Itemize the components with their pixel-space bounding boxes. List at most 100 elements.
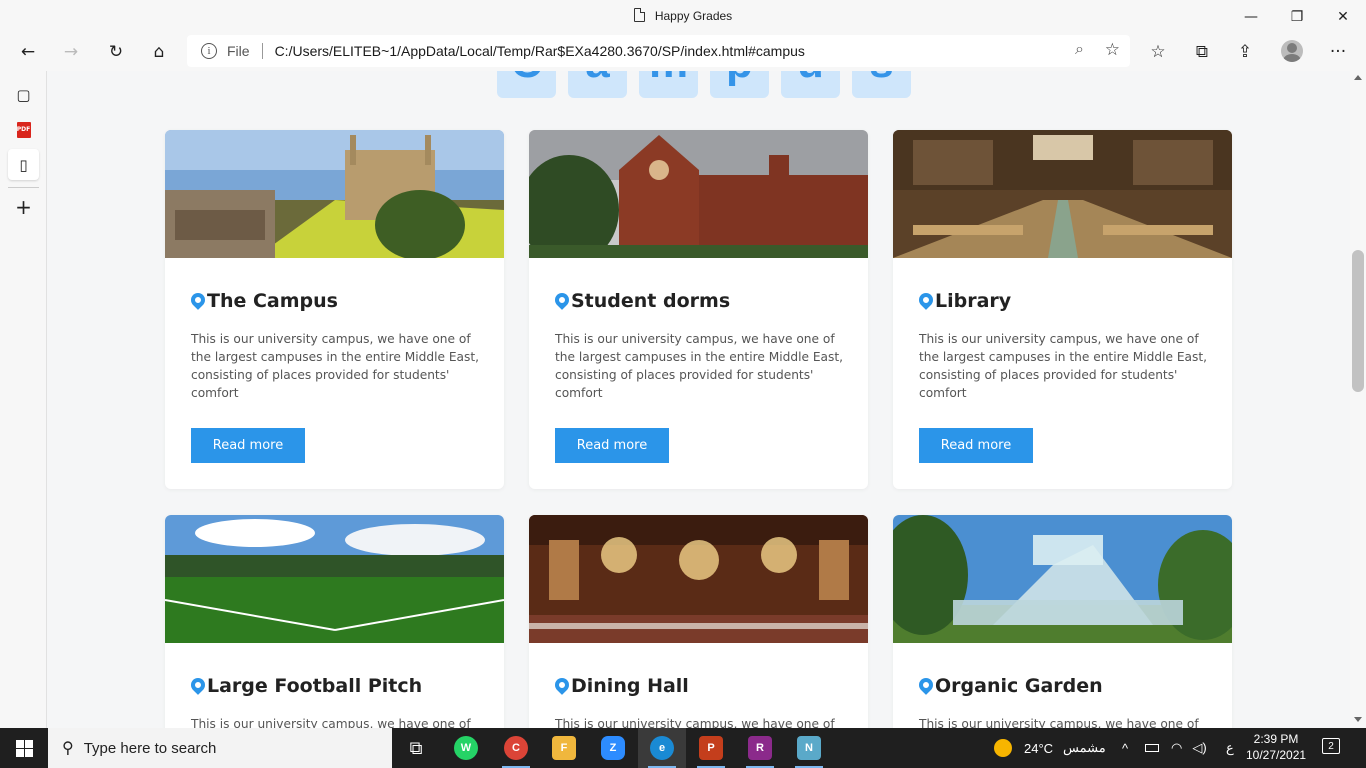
scroll-down-arrow[interactable] [1354,717,1362,722]
close-button[interactable]: ✕ [1320,0,1366,33]
taskbar-clock[interactable]: 2:39 PM 10/27/2021 [1246,731,1306,763]
home-button[interactable]: ⌂ [143,36,175,68]
card-title-text: Student dorms [571,290,731,312]
show-hidden-icons[interactable]: ^ [1122,728,1128,768]
heading-letter: C [497,71,556,98]
dorms-image [529,130,868,258]
restore-button[interactable]: ❐ [1274,0,1320,33]
scroll-thumb[interactable] [1352,250,1364,392]
library-image [893,130,1232,258]
minimize-button[interactable]: — [1228,0,1274,33]
read-more-button[interactable]: Read more [191,428,305,463]
card-title: Library [916,290,1012,312]
wifi-icon[interactable]: ◠ [1171,740,1182,756]
taskbar-search[interactable]: ⚲ Type here to search [48,728,392,768]
pdf-icon: PDF [16,121,31,138]
clock-time: 2:39 PM [1253,732,1299,746]
edge-icon: e [650,736,674,760]
taskbar-app-edge[interactable]: e [638,728,686,768]
campus-heading: C a m p u s [497,71,911,98]
card-organic-garden: Organic Garden This is our university ca… [893,515,1232,728]
language-indicator[interactable]: ع [1226,728,1234,768]
card-text: This is our university campus, we have o… [555,332,844,400]
location-pin-icon [552,290,572,310]
read-more-button[interactable]: Read more [919,428,1033,463]
forward-button[interactable]: → [55,36,87,68]
notification-center-icon[interactable]: 2 [1322,738,1340,754]
card-text: This is our university campus, we have o… [191,332,480,400]
organic-garden-image [893,515,1232,643]
search-placeholder: Type here to search [83,739,217,757]
card-title: Student dorms [552,290,731,312]
folder-icon: F [552,736,576,760]
taskbar-app-winrar[interactable]: R [736,728,784,768]
location-pin-icon [916,290,936,310]
taskbar-app-powerpoint[interactable]: P [687,728,735,768]
back-button[interactable]: ← [12,36,44,68]
share-button[interactable]: ⇪ [1229,36,1261,68]
tab-happy-grades[interactable]: ▯ [8,149,39,180]
task-view-button[interactable]: ⧉ [392,728,440,768]
location-pin-icon [916,675,936,695]
dining-hall-image [529,515,868,643]
powerpoint-icon: P [699,736,723,760]
volume-icon[interactable]: ◁) [1192,740,1206,756]
card-text: This is our university campus, we have o… [919,332,1208,400]
campus-image [165,130,504,258]
weather-widget[interactable]: 24°C مشمس [994,728,1106,768]
heading-letter: s [852,71,911,98]
document-icon [633,8,645,22]
chrome-icon: C [504,736,528,760]
taskbar-app-whatsapp[interactable]: W [442,728,490,768]
new-tab-button[interactable]: + [8,191,39,222]
winrar-icon: R [748,736,772,760]
heading-letter: u [781,71,840,98]
info-icon[interactable]: i [201,43,217,59]
card-title: Large Football Pitch [188,675,422,697]
collections-button[interactable]: ⧉ [1186,36,1218,68]
profile-avatar[interactable] [1281,40,1303,62]
card-text: This is our university campus, we have o… [191,717,471,728]
card-title-text: The Campus [207,290,338,312]
title-bar: Happy Grades — ❐ ✕ [0,0,1366,33]
location-pin-icon [552,675,572,695]
tab-actions-icon[interactable]: ▢ [8,79,39,110]
card-text: This is our university campus, we have o… [555,717,835,728]
taskbar-app-notepad[interactable]: N [785,728,833,768]
sun-icon [994,739,1012,757]
taskbar-app-file-explorer[interactable]: F [540,728,588,768]
card-the-campus: The Campus This is our university campus… [165,130,504,489]
page-scrollbar[interactable] [1350,71,1366,728]
window-title: Happy Grades [0,8,1366,23]
whatsapp-icon: W [454,736,478,760]
vertical-tabs-sidebar: ▢ PDF ▯ + [0,71,47,728]
favorites-button[interactable]: ☆ [1142,36,1174,68]
scroll-up-arrow[interactable] [1354,75,1362,80]
card-title: Organic Garden [916,675,1103,697]
file-label: File [227,43,250,59]
weather-temp: 24°C [1024,740,1054,756]
location-pin-icon [188,675,208,695]
heading-letter: a [568,71,627,98]
card-title-text: Library [935,290,1012,312]
battery-icon[interactable] [1145,744,1159,752]
card-large-football-pitch: Large Football Pitch This is our univers… [165,515,504,728]
zoom-icon[interactable]: ⌕ [1075,41,1084,59]
tab-pdf[interactable]: PDF [8,114,39,145]
address-bar[interactable]: i File C:/Users/ELITEB~1/AppData/Local/T… [187,35,1130,67]
url-text[interactable]: C:/Users/ELITEB~1/AppData/Local/Temp/Rar… [275,43,805,59]
taskbar-app-zoom[interactable]: Z [589,728,637,768]
read-more-button[interactable]: Read more [555,428,669,463]
refresh-button[interactable]: ↻ [100,36,132,68]
more-button[interactable]: ··· [1322,36,1354,68]
card-title: Dining Hall [552,675,689,697]
card-title-text: Dining Hall [571,675,689,697]
card-student-dorms: Student dorms This is our university cam… [529,130,868,489]
card-library: Library This is our university campus, w… [893,130,1232,489]
start-button[interactable] [0,728,48,768]
windows-logo-icon [15,739,33,757]
add-favorite-icon[interactable]: ☆ [1105,40,1120,60]
location-pin-icon [188,290,208,310]
taskbar-app-chrome[interactable]: C [492,728,540,768]
search-icon: ⚲ [62,740,74,757]
